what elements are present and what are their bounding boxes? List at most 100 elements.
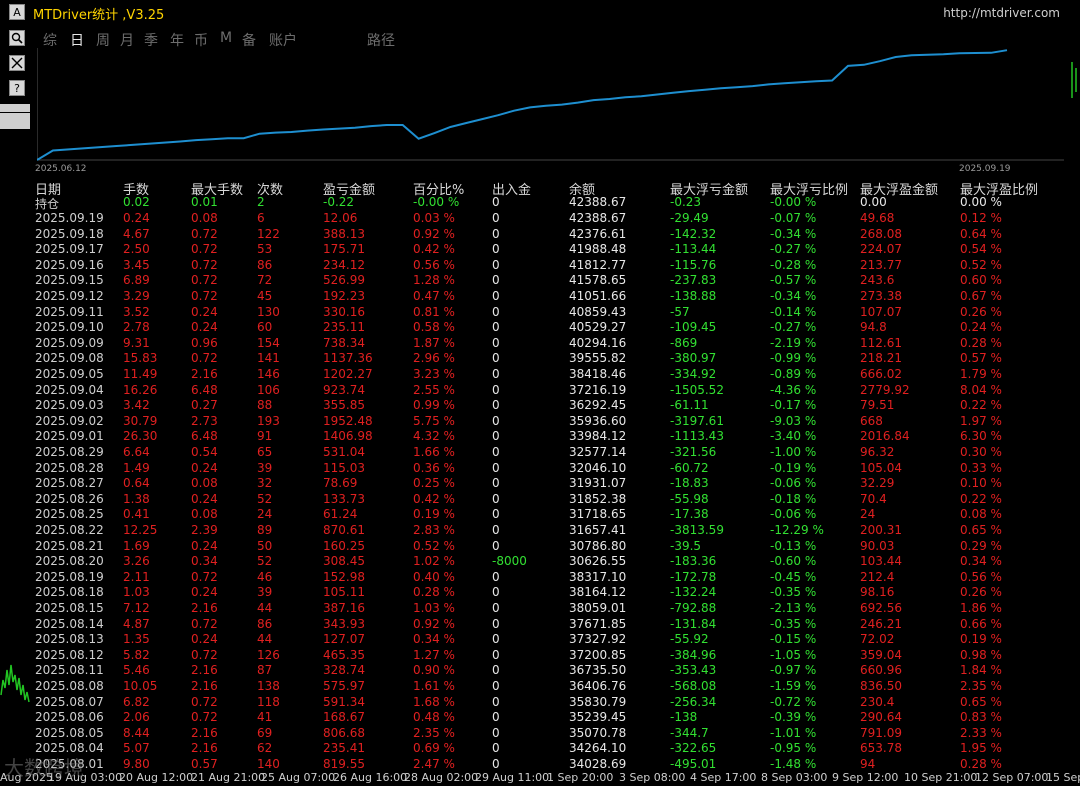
cell-max-float-profit-pct: 0.66 % — [960, 616, 1002, 631]
cell-deposit: 0 — [492, 211, 500, 225]
cell-max-float-profit: 49.68 — [860, 211, 895, 225]
cell-balance: 42388.67 — [569, 195, 627, 209]
text-tool-button[interactable]: A — [9, 4, 25, 20]
cell-pnl: 133.73 — [323, 491, 365, 506]
cell-max-float-loss: -869 — [670, 335, 698, 350]
cell-max-lots: 0.72 — [191, 257, 218, 272]
chart-start-date: 2025.06.12 — [35, 164, 87, 174]
cell-count: 122 — [257, 226, 280, 241]
cell-lots: 6.89 — [123, 273, 150, 288]
cell-max-float-loss: -3197.61 — [670, 413, 724, 428]
cell-deposit: 0 — [492, 460, 500, 475]
cell-max-float-loss-pct: -0.00 % — [770, 195, 817, 209]
cell-balance: 34264.10 — [569, 741, 627, 756]
cell-max-float-profit: 218.21 — [860, 351, 902, 366]
cell-deposit: 0 — [492, 757, 500, 771]
cell-date: 2025.09.15 — [35, 273, 104, 288]
cell-max-float-loss-pct: -4.36 % — [770, 382, 817, 397]
time-axis-label: 1 Sep 20:00 — [547, 771, 614, 784]
cell-max-float-profit-pct: 0.22 % — [960, 491, 1002, 506]
cell-date: 2025.09.12 — [35, 289, 104, 303]
cell-balance: 41051.66 — [569, 289, 627, 303]
cell-date: 2025.09.05 — [35, 367, 104, 381]
cell-max-float-profit-pct: 6.30 % — [960, 429, 1002, 444]
cell-count: 86 — [257, 616, 273, 631]
cell-max-float-loss: -380.97 — [670, 351, 717, 366]
cell-pnl: 78.69 — [323, 476, 358, 491]
cell-max-float-loss: -131.84 — [670, 616, 717, 631]
cell-count: 146 — [257, 367, 280, 381]
cell-max-float-loss: -115.76 — [670, 257, 717, 272]
cell-percent: 0.99 % — [413, 398, 455, 413]
cell-count: 193 — [257, 413, 280, 428]
cell-pnl: 806.68 — [323, 725, 365, 740]
cell-max-lots: 2.16 — [191, 601, 218, 615]
zoom-tool-button[interactable] — [9, 30, 25, 46]
cell-max-float-loss: -3813.59 — [670, 523, 724, 537]
cell-max-float-profit: 103.44 — [860, 554, 902, 569]
cell-max-lots: 0.72 — [191, 273, 218, 288]
cell-max-float-profit: 243.6 — [860, 273, 895, 288]
cell-deposit: 0 — [492, 335, 500, 350]
cell-deposit: 0 — [492, 523, 500, 537]
cell-pnl: 387.16 — [323, 601, 365, 615]
time-axis-label: 28 Aug 02:00 — [404, 771, 479, 784]
cell-balance: 40294.16 — [569, 335, 627, 350]
cell-max-float-loss: -322.65 — [670, 741, 717, 756]
cell-balance: 30786.80 — [569, 538, 627, 553]
cell-count: 65 — [257, 445, 273, 459]
cell-max-float-loss-pct: -1.48 % — [770, 757, 817, 771]
cell-max-float-loss-pct: -1.59 % — [770, 679, 817, 693]
cell-percent: 0.36 % — [413, 460, 455, 475]
cell-balance: 35070.78 — [569, 725, 627, 740]
cell-percent: 1.03 % — [413, 601, 455, 615]
cell-max-float-loss: -792.88 — [670, 601, 717, 615]
cell-max-float-profit-pct: 0.30 % — [960, 445, 1002, 459]
cell-count: 88 — [257, 398, 273, 413]
cell-percent: 1.68 % — [413, 694, 455, 709]
cell-max-float-profit: 32.29 — [860, 476, 895, 491]
cell-deposit: -8000 — [492, 554, 527, 569]
cell-date: 2025.08.11 — [35, 663, 104, 678]
cell-balance: 42376.61 — [569, 226, 627, 241]
cell-max-float-loss-pct: -0.57 % — [770, 273, 817, 288]
cell-max-float-loss-pct: -0.34 % — [770, 226, 817, 241]
cell-max-lots: 0.24 — [191, 304, 218, 319]
left-toolbar: A ? — [0, 0, 30, 770]
cell-max-lots: 2.16 — [191, 679, 218, 693]
cell-date: 2025.09.10 — [35, 320, 104, 335]
cell-balance: 40529.27 — [569, 320, 627, 335]
app-title: MTDriver统计 ,V3.25 — [33, 8, 165, 23]
website-link[interactable]: http://mtdriver.com — [943, 6, 1060, 20]
cell-max-float-loss: -138 — [670, 710, 698, 725]
time-axis-label: 20 Aug 12:00 — [119, 771, 194, 784]
cell-lots: 1.69 — [123, 538, 150, 553]
cell-max-float-loss: -18.83 — [670, 476, 709, 491]
cell-deposit: 0 — [492, 616, 500, 631]
cell-max-float-profit: 224.07 — [860, 242, 902, 257]
cell-max-float-profit: 79.51 — [860, 398, 895, 413]
crosshair-tool-button[interactable] — [9, 55, 25, 71]
cell-max-float-loss: -109.45 — [670, 320, 717, 335]
cell-deposit: 0 — [492, 320, 500, 335]
cell-max-float-profit: 268.08 — [860, 226, 902, 241]
cell-max-float-loss-pct: -12.29 % — [770, 523, 824, 537]
cell-percent: 2.83 % — [413, 523, 455, 537]
cell-balance: 41812.77 — [569, 257, 627, 272]
cell-max-float-loss: -334.92 — [670, 367, 717, 381]
cell-balance: 37327.92 — [569, 632, 627, 647]
cell-deposit: 0 — [492, 476, 500, 491]
cell-deposit: 0 — [492, 273, 500, 288]
cell-balance: 39555.82 — [569, 351, 627, 366]
cell-balance: 36292.45 — [569, 398, 627, 413]
cell-max-float-profit: 836.50 — [860, 679, 902, 693]
cell-count: 39 — [257, 585, 273, 600]
tab-7[interactable]: M — [220, 30, 232, 46]
cell-count: 138 — [257, 679, 280, 693]
cell-count: 91 — [257, 429, 273, 444]
help-button[interactable]: ? — [9, 80, 25, 96]
cell-max-lots: 0.24 — [191, 460, 218, 475]
cell-max-float-loss: -237.83 — [670, 273, 717, 288]
cell-max-float-loss-pct: -0.27 % — [770, 242, 817, 257]
cell-date: 2025.08.20 — [35, 554, 104, 569]
